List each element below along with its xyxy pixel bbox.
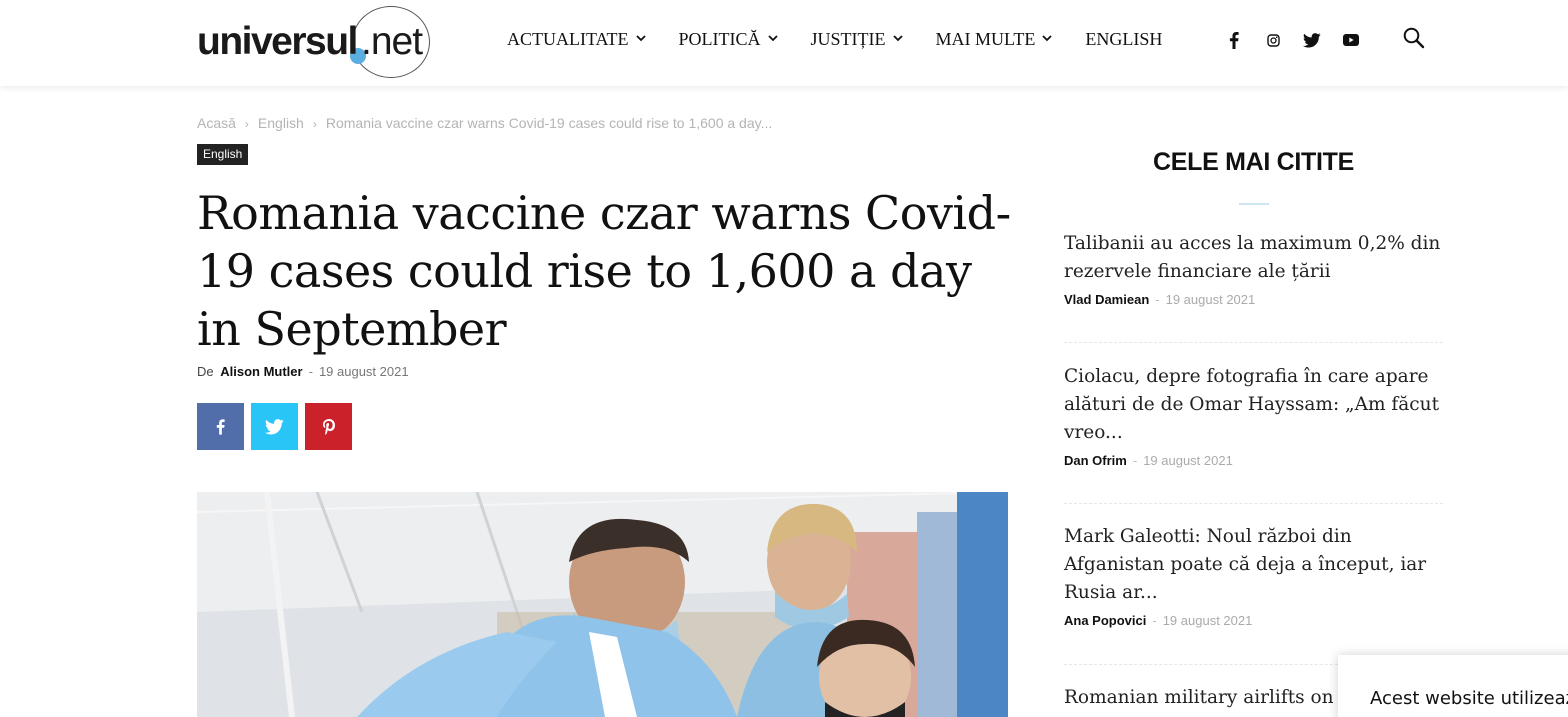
- cookie-notice: Acest website utilizeaz: [1338, 655, 1568, 717]
- sidebar-post-author[interactable]: Vlad Damiean: [1064, 292, 1149, 307]
- chevron-down-icon: [767, 31, 778, 46]
- article-author[interactable]: Alison Mutler: [220, 364, 302, 379]
- chevron-down-icon: [892, 31, 903, 46]
- category-badge[interactable]: English: [197, 144, 249, 165]
- article-date: 19 august 2021: [318, 364, 409, 379]
- sidebar-post-date: 19 august 2021: [1162, 613, 1253, 628]
- chevron-down-icon: [1042, 31, 1053, 46]
- main-nav: ACTUALITATE POLITICĂ JUSTIȚIE MAI MULTE …: [507, 29, 1195, 50]
- sidebar-post: Mark Galeotti: Noul război din Afganista…: [1064, 523, 1444, 628]
- share-facebook-button[interactable]: [197, 403, 244, 450]
- nav-item-mai-multe[interactable]: MAI MULTE: [936, 29, 1053, 50]
- sidebar-divider: [1064, 342, 1443, 343]
- breadcrumb-separator: ›: [244, 117, 249, 131]
- nav-item-actualitate[interactable]: ACTUALITATE: [507, 29, 646, 50]
- facebook-icon: [216, 418, 225, 435]
- breadcrumb-current: Romania vaccine czar warns Covid-19 case…: [325, 115, 773, 131]
- nav-item-english[interactable]: ENGLISH: [1085, 29, 1162, 50]
- sidebar-post-date: 19 august 2021: [1143, 453, 1233, 468]
- nav-item-politica[interactable]: POLITICĂ: [679, 29, 778, 50]
- site-header: universul .net ACTUALITATE POLITICĂ JUST…: [0, 0, 1568, 86]
- sidebar-divider: [1064, 503, 1443, 504]
- breadcrumb: Acasă › English › Romania vaccine czar warns…: [197, 115, 772, 131]
- pinterest-icon: [322, 418, 335, 435]
- sidebar-post-title[interactable]: Ciolacu, depre fotografia în care apare …: [1064, 363, 1444, 447]
- nav-item-label: POLITICĂ: [678, 29, 761, 49]
- breadcrumb-separator: ›: [312, 117, 317, 131]
- social-links: [1224, 28, 1380, 52]
- share-twitter-button[interactable]: [251, 403, 298, 450]
- nav-item-justitie[interactable]: JUSTIȚIE: [811, 29, 903, 50]
- nav-item-label: JUSTIȚIE: [810, 29, 886, 49]
- meta-dash: -: [1152, 613, 1157, 628]
- sidebar-post-meta: Vlad Damiean -19 august 2021: [1064, 292, 1444, 307]
- cookie-notice-text: Acest website utilizeaz: [1370, 688, 1568, 709]
- twitter-icon[interactable]: [1302, 28, 1322, 52]
- byline-dash: -: [308, 364, 313, 379]
- facebook-icon[interactable]: [1224, 28, 1244, 52]
- article-byline: De Alison Mutler -19 august 2021: [197, 364, 409, 379]
- chevron-down-icon: [635, 31, 646, 46]
- meta-dash: -: [1132, 453, 1138, 468]
- sidebar-post-title[interactable]: Talibanii au acces la maximum 0,2% din r…: [1064, 230, 1444, 286]
- sidebar-post-title[interactable]: Mark Galeotti: Noul război din Afganista…: [1064, 523, 1444, 607]
- breadcrumb-category[interactable]: English: [258, 115, 304, 131]
- sidebar-post: Ciolacu, depre fotografia în care apare …: [1064, 363, 1444, 468]
- instagram-icon[interactable]: [1263, 28, 1283, 52]
- sidebar-post-meta: Dan Ofrim -19 august 2021: [1064, 453, 1444, 468]
- search-icon[interactable]: [1402, 26, 1428, 52]
- sidebar-post-author[interactable]: Ana Popovici: [1064, 613, 1146, 628]
- nav-item-label: MAI MULTE: [935, 29, 1036, 49]
- hero-photo: [197, 492, 1008, 717]
- sidebar-title: CELE MAI CITITE: [1152, 148, 1355, 176]
- sidebar-post-date: 19 august 2021: [1165, 292, 1256, 307]
- twitter-icon: [265, 418, 284, 434]
- logo-word: universul: [197, 20, 358, 63]
- sidebar-post-meta: Ana Popovici -19 august 2021: [1064, 613, 1444, 628]
- meta-dash: -: [1155, 292, 1160, 307]
- byline-prefix: De: [197, 364, 214, 379]
- share-pinterest-button[interactable]: [305, 403, 352, 450]
- nav-item-label: ENGLISH: [1085, 29, 1163, 49]
- article-title: Romania vaccine czar warns Covid-19 case…: [197, 186, 1011, 356]
- sidebar-title-underline: [1239, 203, 1269, 205]
- article-hero-image: [197, 492, 1008, 717]
- nav-item-label: ACTUALITATE: [507, 29, 629, 49]
- sidebar-post: Talibanii au acces la maximum 0,2% din r…: [1064, 230, 1444, 307]
- sidebar-post-author[interactable]: Dan Ofrim: [1064, 453, 1127, 468]
- breadcrumb-home[interactable]: Acasă: [197, 115, 236, 131]
- share-buttons: [197, 403, 352, 450]
- site-logo[interactable]: universul .net: [197, 6, 437, 78]
- youtube-icon[interactable]: [1341, 28, 1361, 52]
- logo-extension: .net: [361, 20, 423, 63]
